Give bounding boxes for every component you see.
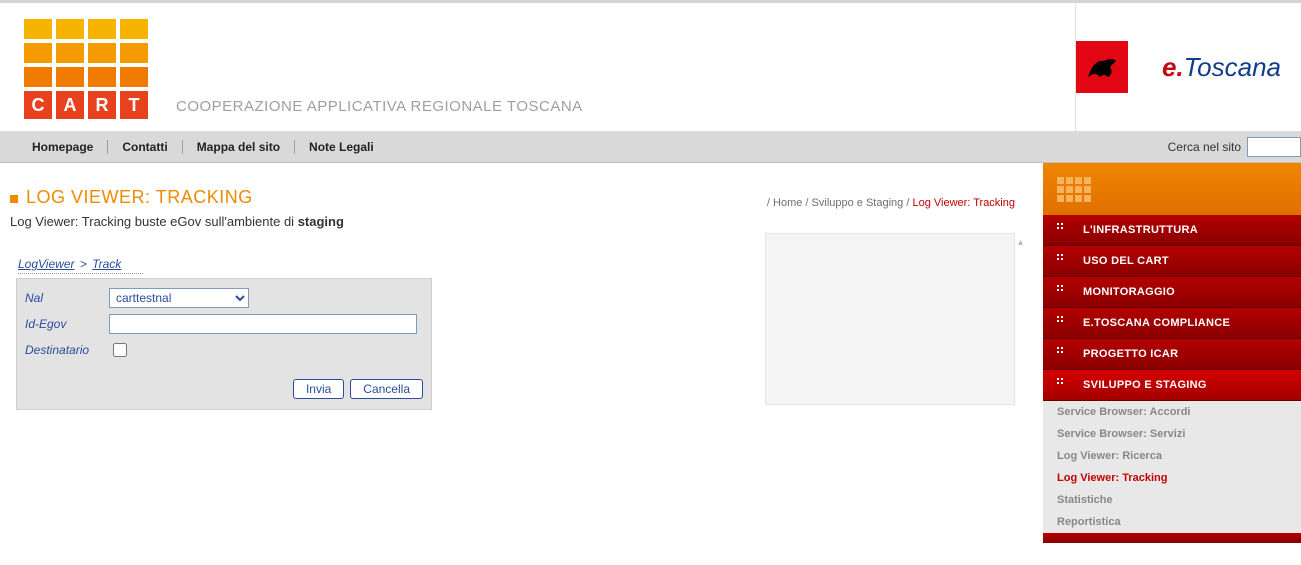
label-nal: Nal (25, 291, 109, 305)
cart-letter: C (24, 91, 52, 119)
cart-logo[interactable]: C A R T (24, 19, 148, 119)
mini-bc-track[interactable]: Track (92, 257, 121, 271)
title-bullet-icon (10, 195, 18, 203)
nav-notelegali[interactable]: Note Legali (295, 140, 388, 154)
header-right-logos: e.Toscana (1075, 3, 1301, 131)
four-dots-icon (1057, 316, 1071, 330)
cart-letter: T (120, 91, 148, 119)
sidebar-item-uso-del-cart[interactable]: USO DEL CART (1043, 246, 1301, 277)
cart-letter: A (56, 91, 84, 119)
subitem-reportistica[interactable]: Reportistica (1043, 511, 1301, 533)
sidebar-item-progetto-icar[interactable]: PROGETTO ICAR (1043, 339, 1301, 370)
four-dots-icon (1057, 223, 1071, 237)
cancel-button[interactable]: Cancella (350, 379, 423, 399)
breadcrumb-sviluppo[interactable]: Sviluppo e Staging (812, 197, 904, 209)
sidebar-item-sviluppo-e-staging[interactable]: SVILUPPO E STAGING (1043, 370, 1301, 401)
mini-breadcrumb: LogViewer > Track (18, 257, 143, 274)
sidebar: L'INFRASTRUTTURA USO DEL CART MONITORAGG… (1043, 163, 1301, 547)
sidebar-brand-icon[interactable] (1043, 163, 1301, 215)
submit-button[interactable]: Invia (293, 379, 344, 399)
sidebar-item-etoscana-compliance[interactable]: E.TOSCANA COMPLIANCE (1043, 308, 1301, 339)
page-title: LOG VIEWER: TRACKING (26, 187, 253, 208)
subitem-statistiche[interactable]: Statistiche (1043, 489, 1301, 511)
nav-contatti[interactable]: Contatti (108, 140, 182, 154)
sidebar-submenu: Service Browser: Accordi Service Browser… (1043, 401, 1301, 533)
cart-letter: R (88, 91, 116, 119)
nav-homepage[interactable]: Homepage (18, 140, 108, 154)
pegasus-icon[interactable] (1076, 41, 1128, 93)
input-idegov[interactable] (109, 314, 417, 334)
breadcrumb: / Home / Sviluppo e Staging / Log Viewer… (767, 197, 1015, 209)
four-dots-icon (1057, 347, 1071, 361)
sidebar-item-infrastruttura[interactable]: L'INFRASTRUTTURA (1043, 215, 1301, 246)
cart-logo-grid-icon (24, 19, 148, 87)
four-dots-icon (1057, 285, 1071, 299)
search-input[interactable] (1247, 137, 1301, 157)
top-navbar: Homepage Contatti Mappa del sito Note Le… (0, 132, 1301, 163)
header: C A R T COOPERAZIONE APPLICATIVA REGIONA… (0, 0, 1301, 132)
breadcrumb-current: Log Viewer: Tracking (912, 197, 1015, 209)
sidebar-bottom-bar (1043, 533, 1301, 543)
label-destinatario: Destinatario (25, 343, 109, 357)
tracking-form: Nal carttestnal Id-Egov Destinatario Inv… (16, 278, 432, 410)
subitem-log-viewer-tracking[interactable]: Log Viewer: Tracking (1043, 467, 1301, 489)
etoscana-logo[interactable]: e.Toscana (1156, 50, 1287, 85)
mini-bc-logviewer[interactable]: LogViewer (18, 257, 74, 271)
subitem-log-viewer-ricerca[interactable]: Log Viewer: Ricerca (1043, 445, 1301, 467)
scroll-up-icon[interactable]: ▴ (1018, 237, 1028, 248)
nav-mappa[interactable]: Mappa del sito (183, 140, 295, 154)
select-nal[interactable]: carttestnal (109, 288, 249, 308)
sidebar-item-monitoraggio[interactable]: MONITORAGGIO (1043, 277, 1301, 308)
results-placeholder-panel (765, 233, 1015, 405)
four-dots-icon (1057, 254, 1071, 268)
checkbox-destinatario[interactable] (113, 343, 127, 357)
search-label: Cerca nel sito (1168, 140, 1241, 154)
label-idegov: Id-Egov (25, 317, 109, 331)
header-subtitle: COOPERAZIONE APPLICATIVA REGIONALE TOSCA… (176, 98, 583, 115)
breadcrumb-home[interactable]: Home (773, 197, 802, 209)
four-dots-icon (1057, 378, 1071, 392)
subitem-service-browser-accordi[interactable]: Service Browser: Accordi (1043, 401, 1301, 423)
subitem-service-browser-servizi[interactable]: Service Browser: Servizi (1043, 423, 1301, 445)
page-description: Log Viewer: Tracking buste eGov sull'amb… (10, 214, 1043, 229)
